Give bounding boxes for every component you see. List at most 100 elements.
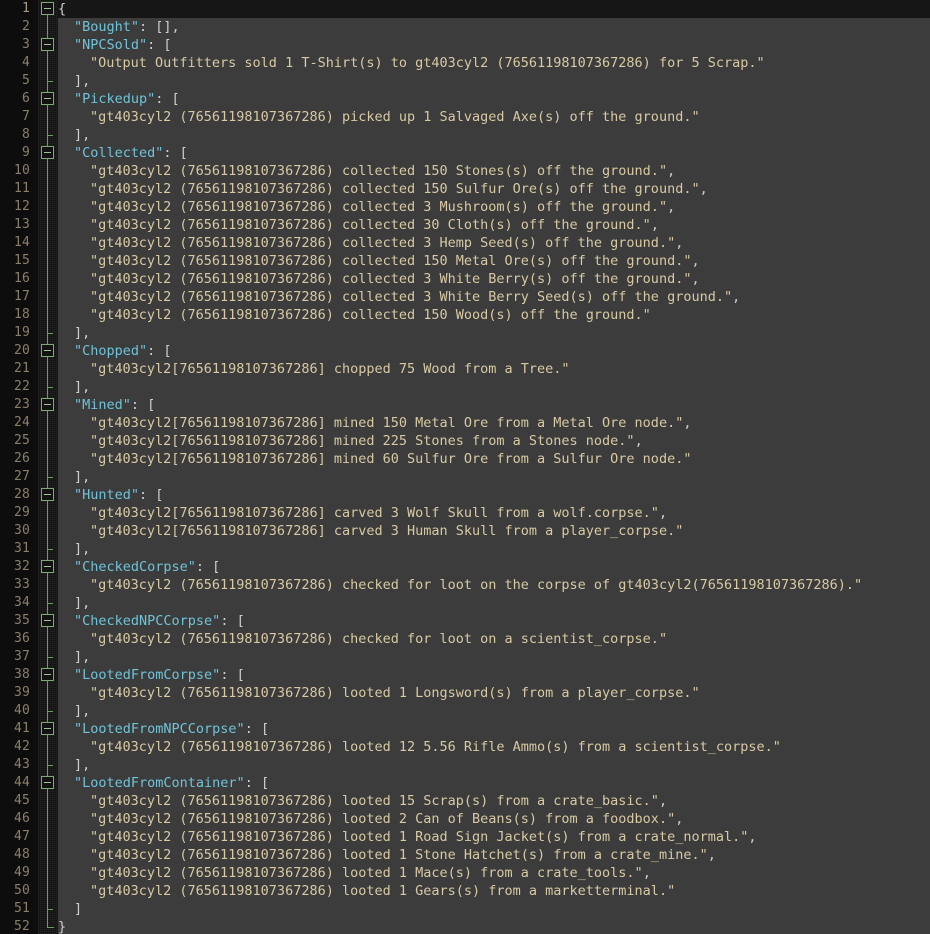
code-line[interactable]: "Collected": [ <box>74 144 188 162</box>
json-code-editor[interactable]: 1{2 "Bought": [], 3 "NPCSold": [4 "Output Ou… <box>0 0 930 934</box>
code-line[interactable]: "Mined": [ <box>74 396 155 414</box>
code-line[interactable]: "Bought": [], <box>74 18 180 36</box>
code-line[interactable]: "gt403cyl2 (76561198107367286) looted 15… <box>90 792 667 810</box>
json-punctuation: ], <box>74 127 91 143</box>
code-line[interactable]: "gt403cyl2 (76561198107367286) picked up… <box>90 108 700 126</box>
code-line[interactable]: "Chopped": [ <box>74 342 172 360</box>
code-line[interactable]: ], <box>74 72 90 90</box>
code-line[interactable]: "LootedFromCorpse": [ <box>74 666 245 684</box>
json-punctuation: ], <box>74 595 91 611</box>
json-punctuation: , <box>675 235 684 251</box>
code-line[interactable]: "gt403cyl2[76561198107367286] mined 60 S… <box>90 450 691 468</box>
code-line[interactable]: "gt403cyl2 (76561198107367286) collected… <box>90 270 700 288</box>
line-number: 9 <box>21 145 30 160</box>
json-punctuation: , <box>691 253 700 269</box>
fold-end-tick <box>47 909 53 910</box>
code-line[interactable]: "Hunted": [ <box>74 486 163 504</box>
code-line[interactable]: "CheckedNPCCorpse": [ <box>74 612 245 630</box>
json-punctuation: , <box>667 163 676 179</box>
code-line[interactable]: "gt403cyl2 (76561198107367286) collected… <box>90 288 740 306</box>
code-line[interactable]: "gt403cyl2 (76561198107367286) collected… <box>90 252 700 270</box>
code-line[interactable]: "gt403cyl2 (76561198107367286) looted 1 … <box>90 828 756 846</box>
json-string: "gt403cyl2 (76561198107367286) collected… <box>90 289 733 305</box>
code-line[interactable]: ] <box>74 900 82 918</box>
code-line[interactable]: "gt403cyl2 (76561198107367286) looted 1 … <box>90 846 716 864</box>
json-punctuation: : [ <box>244 775 270 791</box>
json-string: "gt403cyl2[76561198107367286] mined 60 S… <box>90 451 692 467</box>
code-line[interactable]: ], <box>74 540 90 558</box>
code-line[interactable]: "gt403cyl2 (76561198107367286) looted 1 … <box>90 882 675 900</box>
code-line[interactable]: "gt403cyl2[76561198107367286] mined 150 … <box>90 414 691 432</box>
line-number: 46 <box>13 811 30 826</box>
code-line[interactable]: ], <box>74 468 90 486</box>
fold-collapse-icon[interactable] <box>41 488 54 501</box>
line-number: 14 <box>13 235 30 250</box>
code-line[interactable]: ], <box>74 378 90 396</box>
fold-collapse-icon[interactable] <box>41 344 54 357</box>
code-line[interactable]: "gt403cyl2[76561198107367286] carved 3 W… <box>90 504 667 522</box>
code-line[interactable]: "gt403cyl2 (76561198107367286) collected… <box>90 216 659 234</box>
code-line[interactable]: "gt403cyl2[76561198107367286] mined 225 … <box>90 432 643 450</box>
code-line[interactable]: ], <box>74 324 90 342</box>
code-line[interactable]: "gt403cyl2 (76561198107367286) collected… <box>90 180 708 198</box>
code-line[interactable]: "gt403cyl2 (76561198107367286) collected… <box>90 198 675 216</box>
code-line[interactable]: "gt403cyl2 (76561198107367286) collected… <box>90 162 675 180</box>
code-folding-gutter[interactable] <box>38 0 58 934</box>
fold-end-tick <box>47 657 53 658</box>
json-punctuation: : [ <box>147 37 172 53</box>
json-string: "gt403cyl2 (76561198107367286) collected… <box>90 253 692 269</box>
code-line[interactable]: ], <box>74 756 90 774</box>
code-line[interactable]: } <box>58 918 66 934</box>
fold-collapse-icon[interactable] <box>41 560 54 573</box>
line-number: 16 <box>13 271 30 286</box>
code-line[interactable]: "CheckedCorpse": [ <box>74 558 220 576</box>
fold-collapse-icon[interactable] <box>41 398 54 411</box>
json-punctuation: ], <box>74 649 91 665</box>
fold-end-tick <box>47 81 53 82</box>
fold-collapse-icon[interactable] <box>41 722 54 735</box>
fold-collapse-icon[interactable] <box>41 146 54 159</box>
line-number: 49 <box>13 865 30 880</box>
code-line[interactable]: "NPCSold": [ <box>74 36 172 54</box>
json-string: "gt403cyl2[76561198107367286] chopped 75… <box>90 361 570 377</box>
fold-collapse-icon[interactable] <box>41 92 54 105</box>
line-number: 25 <box>13 433 30 448</box>
code-line[interactable]: "gt403cyl2 (76561198107367286) checked f… <box>90 576 862 594</box>
code-line[interactable]: ], <box>74 702 90 720</box>
code-line[interactable]: "gt403cyl2 (76561198107367286) collected… <box>90 234 683 252</box>
line-number: 35 <box>13 613 30 628</box>
json-key: "Hunted" <box>74 487 140 503</box>
code-line[interactable]: { <box>58 0 66 18</box>
json-key: "CheckedCorpse" <box>74 559 196 575</box>
code-line[interactable]: ], <box>74 648 90 666</box>
code-line[interactable]: "Pickedup": [ <box>74 90 180 108</box>
code-line[interactable]: ], <box>74 126 90 144</box>
code-line[interactable]: "gt403cyl2 (76561198107367286) looted 2 … <box>90 810 683 828</box>
fold-collapse-icon[interactable] <box>41 668 54 681</box>
json-key: "NPCSold" <box>74 37 148 53</box>
fold-collapse-icon[interactable] <box>41 614 54 627</box>
json-string: "Output Outfitters sold 1 T-Shirt(s) to … <box>90 55 765 71</box>
code-line[interactable]: "gt403cyl2[76561198107367286] chopped 75… <box>90 360 570 378</box>
line-number: 4 <box>21 55 30 70</box>
code-line[interactable]: "LootedFromNPCCorpse": [ <box>74 720 269 738</box>
code-line[interactable]: "Output Outfitters sold 1 T-Shirt(s) to … <box>90 54 765 72</box>
code-line[interactable]: "gt403cyl2 (76561198107367286) checked f… <box>90 630 667 648</box>
code-line[interactable]: "gt403cyl2 (76561198107367286) looted 12… <box>90 738 781 756</box>
json-punctuation: , <box>748 829 757 845</box>
fold-collapse-icon[interactable] <box>41 2 54 15</box>
fold-collapse-icon[interactable] <box>41 776 54 789</box>
fold-collapse-icon[interactable] <box>41 38 54 51</box>
json-string: "gt403cyl2 (76561198107367286) collected… <box>90 199 668 215</box>
code-line[interactable]: ], <box>74 594 90 612</box>
json-punctuation: ], <box>74 757 91 773</box>
code-line[interactable]: "gt403cyl2[76561198107367286] carved 3 H… <box>90 522 683 540</box>
json-string: "gt403cyl2 (76561198107367286) checked f… <box>90 577 863 593</box>
code-line[interactable]: "LootedFromContainer": [ <box>74 774 269 792</box>
line-number: 21 <box>13 361 30 376</box>
code-line[interactable]: "gt403cyl2 (76561198107367286) collected… <box>90 306 651 324</box>
line-number: 22 <box>13 379 30 394</box>
json-punctuation: : [ <box>195 559 221 575</box>
code-line[interactable]: "gt403cyl2 (76561198107367286) looted 1 … <box>90 684 700 702</box>
code-line[interactable]: "gt403cyl2 (76561198107367286) looted 1 … <box>90 864 651 882</box>
